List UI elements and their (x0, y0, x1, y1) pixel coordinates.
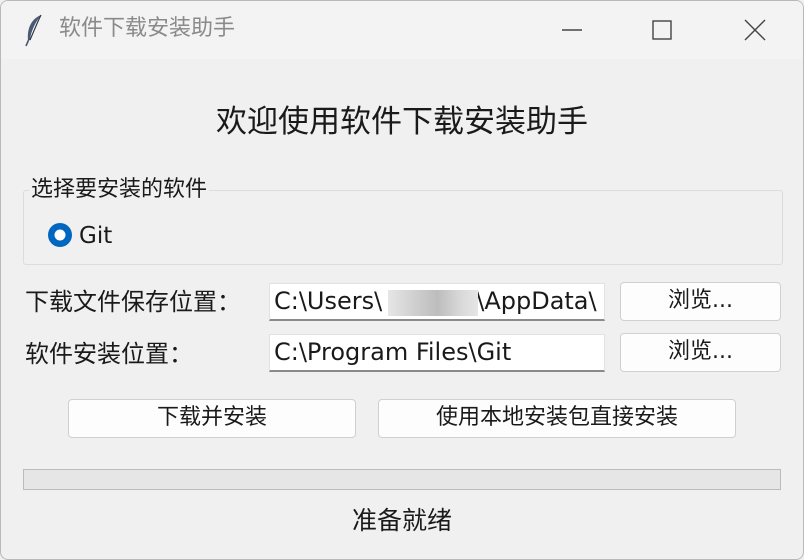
software-group-legend: 选择要安装的软件 (29, 175, 210, 205)
git-radio-label[interactable]: Git (79, 220, 112, 252)
progress-bar (23, 469, 781, 490)
install-location-value: C:\Program Files\Git (274, 338, 512, 366)
status-text: 准备就绪 (351, 506, 452, 535)
save-location-input[interactable]: C:\Users\ \AppData\ (269, 283, 605, 321)
redacted-username (388, 290, 478, 316)
install-location-input[interactable]: C:\Program Files\Git (269, 334, 605, 372)
title-bar[interactable]: 软件下载安装助手 (1, 1, 803, 59)
window-title: 软件下载安装助手 (59, 16, 236, 41)
app-window: 软件下载安装助手 欢迎使用软件下载安装助手 选择要安装的软件 Git 下载文件保… (0, 0, 804, 560)
save-location-suffix: \AppData\ (476, 287, 597, 315)
local-install-button[interactable]: 使用本地安装包直接安装 (378, 399, 736, 438)
save-location-prefix: C:\Users\ (274, 287, 383, 315)
minimize-button[interactable] (549, 9, 595, 51)
git-radio-button[interactable] (47, 222, 73, 248)
close-button[interactable] (732, 9, 778, 51)
feather-icon (23, 13, 45, 47)
download-install-button[interactable]: 下载并安装 (68, 399, 356, 438)
save-location-label: 下载文件保存位置： (25, 288, 241, 316)
browse-install-button[interactable]: 浏览... (620, 333, 781, 372)
browse-save-button[interactable]: 浏览... (620, 282, 781, 321)
page-title: 欢迎使用软件下载安装助手 (216, 104, 588, 140)
maximize-button[interactable] (639, 9, 685, 51)
install-location-label: 软件安装位置： (25, 340, 193, 368)
